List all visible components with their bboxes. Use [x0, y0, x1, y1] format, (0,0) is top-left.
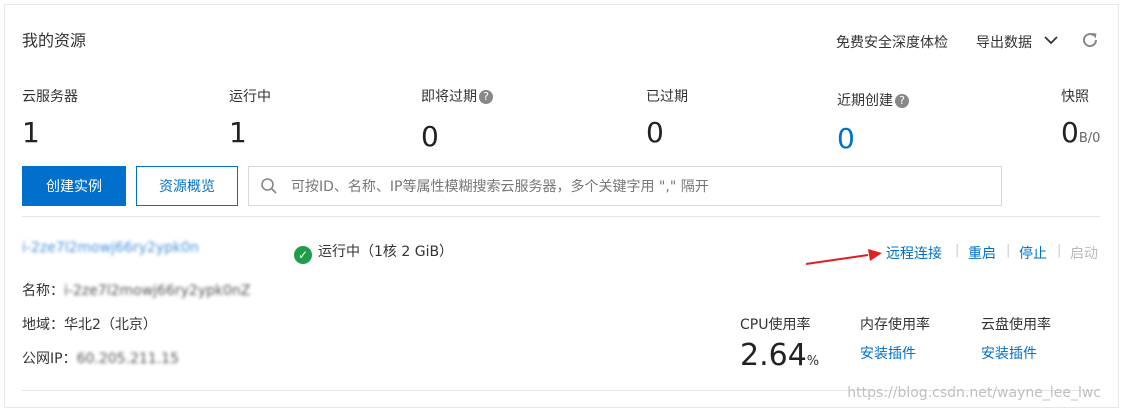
remote-connect-link[interactable]: 远程连接 [886, 243, 942, 263]
divider [22, 216, 1100, 217]
refresh-icon[interactable] [1080, 30, 1100, 50]
action-separator: | [1057, 243, 1062, 258]
search-box [248, 166, 1002, 206]
cpu-usage-number: 2.64 [740, 338, 807, 373]
cpu-usage-label: CPU使用率 [740, 317, 811, 333]
stat-value-snapshot[interactable]: 0B/0 [1061, 116, 1100, 149]
export-data-dropdown[interactable]: 导出数据 [976, 32, 1059, 52]
name-value: i-2ze7l2mowj66ry2ypk0nZ [64, 283, 251, 299]
instance-status: ✓ 运行中（1核 2 GiB） [294, 241, 453, 264]
snapshot-value: 0 [1061, 116, 1079, 149]
chevron-down-icon [1044, 33, 1059, 49]
stat-label-recent: 近期创建? [837, 90, 909, 110]
memory-install-plugin-link[interactable]: 安装插件 [860, 343, 916, 363]
stat-value-expired[interactable]: 0 [646, 116, 664, 149]
annotation-arrow [805, 249, 882, 265]
ip-value: 60.205.211.15 [76, 351, 180, 367]
instance-region-row: 地域：华北2（北京） [22, 314, 157, 334]
region-value: 华北2（北京） [64, 317, 157, 333]
disk-install-plugin-link[interactable]: 安装插件 [981, 343, 1037, 363]
disk-usage-label: 云盘使用率 [981, 317, 1051, 333]
action-separator: | [1006, 243, 1011, 258]
watermark: https://blog.csdn.net/wayne_lee_lwc [847, 385, 1101, 401]
check-circle-icon: ✓ [294, 246, 312, 264]
stat-value-recent[interactable]: 0 [837, 122, 855, 155]
stat-label-expired: 已过期 [646, 89, 688, 105]
memory-usage-label: 内存使用率 [860, 317, 930, 333]
instance-ip-row: 公网IP：60.205.211.15 [22, 348, 179, 368]
instance-name-row: 名称：i-2ze7l2mowj66ry2ypk0nZ [22, 280, 250, 300]
region-label: 地域： [22, 317, 64, 333]
help-icon[interactable]: ? [479, 90, 493, 104]
search-icon [260, 177, 278, 199]
restart-link[interactable]: 重启 [968, 243, 996, 263]
cpu-usage-value: 2.64% [740, 338, 819, 373]
export-data-label: 导出数据 [976, 35, 1032, 51]
create-instance-button[interactable]: 创建实例 [22, 166, 126, 206]
help-icon[interactable]: ? [895, 94, 909, 108]
stat-label-snapshot: 快照 [1061, 89, 1089, 105]
instance-spec: （1核 2 GiB） [360, 244, 454, 260]
stat-label-expiring: 即将过期? [421, 86, 493, 106]
resource-overview-button[interactable]: 资源概览 [136, 166, 238, 206]
deep-check-link[interactable]: 免费安全深度体检 [836, 32, 948, 52]
page-title: 我的资源 [22, 31, 87, 50]
stat-label-expiring-text: 即将过期 [421, 89, 477, 105]
snapshot-unit: B/0 [1078, 131, 1101, 146]
stat-label-running: 运行中 [229, 89, 271, 105]
stat-label-recent-text: 近期创建 [837, 93, 893, 109]
stat-label-servers: 云服务器 [22, 89, 78, 105]
name-label: 名称： [22, 283, 64, 299]
search-input[interactable] [289, 175, 993, 199]
stop-link[interactable]: 停止 [1019, 243, 1047, 263]
stat-value-servers[interactable]: 1 [22, 116, 40, 149]
cpu-usage-unit: % [806, 354, 820, 369]
start-link: 启动 [1070, 246, 1098, 262]
stat-value-running[interactable]: 1 [229, 116, 247, 149]
ip-label: 公网IP： [22, 351, 77, 367]
stat-value-expiring[interactable]: 0 [421, 120, 439, 153]
instance-id-link[interactable]: i-2ze7l2mowj66ry2ypk0n [22, 240, 199, 256]
status-text: 运行中 [318, 244, 360, 260]
action-separator: | [955, 243, 960, 258]
